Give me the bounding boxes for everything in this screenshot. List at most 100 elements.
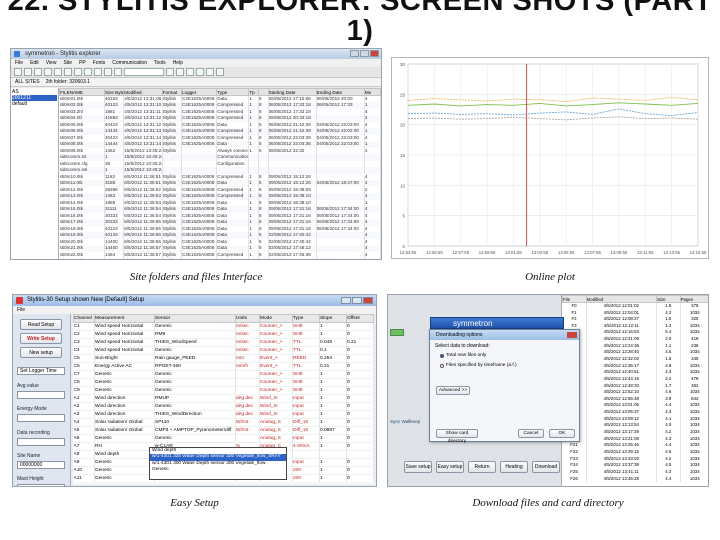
card-file-table-row[interactable]: F0 4/5/2012 12:01:02 1.9 378 — [562, 302, 708, 310]
site-name-field[interactable]: 00000000 — [17, 461, 65, 469]
file-column-header[interactable]: Size Byte — [103, 88, 125, 96]
card-file-table-row[interactable]: F114/5/2012 12:44:192.2478 — [562, 375, 708, 383]
menu-file[interactable]: File — [15, 59, 23, 67]
file-table-row[interactable]: sti0m23.0tk401336/5/2012 11:36:58Styliti… — [59, 258, 381, 259]
file-table-row[interactable]: sti0m07.0tk 40423 4/5/2012 13:31:14 Styliti… — [59, 134, 381, 141]
new-icon[interactable] — [14, 68, 22, 76]
advanced-button[interactable]: Advanced >> — [436, 386, 470, 395]
card-file-table-row[interactable]: F25 4/5/2012 13:41:11 4.3 1034 — [562, 468, 708, 476]
channel-table-row[interactable]: A5 Solar radiation/ Global CMP3 + AMPTOP_P… — [73, 426, 374, 435]
file-table-row[interactable]: sti0m16.0tk 30333 6/5/2012 11:36:54 Styliti… — [59, 212, 381, 219]
card-file-table-row[interactable]: F174/5/2012 13:09:124.11034 — [562, 415, 708, 423]
file-table-row[interactable]: sti0m11.0tk 3188 6/5/2012 11:36:51 Stylitis… — [59, 180, 381, 187]
help-icon[interactable] — [216, 68, 224, 76]
setup-menu-file[interactable]: File — [17, 307, 25, 313]
menu-help[interactable]: Help — [173, 59, 183, 67]
file-column-header[interactable]: Type — [216, 88, 250, 96]
file-column-header[interactable]: Logger — [180, 88, 218, 96]
file-table-row[interactable]: sti0m08.0tk 14444 4/5/2012 13:31:14 Styliti… — [59, 141, 381, 148]
card-file-column-header[interactable]: Size — [656, 295, 681, 303]
delete-icon[interactable] — [74, 68, 82, 76]
card-file-column-header[interactable]: Pages — [679, 295, 708, 303]
channel-table-row[interactable]: A6 Generic Generic Analog_S Input 1 0 — [73, 434, 374, 443]
card-file-table-row[interactable]: F74/5/2012 12:28:404.51034 — [562, 349, 708, 356]
menu-pp[interactable]: PP — [79, 59, 86, 67]
channel-column-header[interactable]: Slope — [319, 314, 347, 323]
radio-selected-icon[interactable] — [440, 353, 444, 358]
menu-fonts[interactable]: Fonts — [93, 59, 106, 67]
show-card-directory-button[interactable]: Show card directory — [436, 429, 478, 444]
open-icon[interactable] — [24, 68, 32, 76]
export-icon[interactable] — [186, 68, 194, 76]
file-table-row[interactable]: sti0m05.0tk 40423 4/5/2012 13:31:12 Styliti… — [59, 121, 381, 128]
file-column-header[interactable]: Tp — [248, 88, 259, 96]
print-icon[interactable] — [196, 68, 204, 76]
menu-communication[interactable]: Communication — [112, 59, 147, 67]
menu-edit[interactable]: Edit — [30, 59, 39, 67]
card-file-column-header[interactable]: File — [562, 295, 587, 303]
channel-table-row[interactable]: C3 Wind speed Horizontal THIES_WindSpeed m/… — [73, 338, 374, 347]
write-setup-button[interactable]: Write Setup — [20, 333, 62, 344]
easy-setup-button[interactable]: Easy setup — [436, 461, 464, 473]
file-table-row[interactable]: sti0m15.0tk 31111 6/5/2012 11:36:54 Styliti… — [59, 206, 381, 213]
sensor-dropdown-option[interactable]: Generic — [150, 467, 286, 473]
channel-table-row[interactable]: A2 Wind direction Generic deg dec Wind_In Inp… — [73, 402, 374, 411]
file-column-header[interactable]: Format — [161, 88, 182, 96]
card-file-table-row[interactable]: F1 4/5/2012 12:04:01 4.2 1034 — [562, 309, 708, 317]
card-file-table-row[interactable]: F2 4/5/2012 12:08:27 1.5 325 — [562, 316, 708, 323]
cut-icon[interactable] — [44, 68, 52, 76]
file-column-header[interactable]: FILENAME — [59, 88, 105, 96]
card-file-table-row[interactable]: F154/5/2012 13:01:054.41034 — [562, 402, 708, 410]
channel-table-row[interactable]: C4 Wind speed Horizontal Generic m/sec Count… — [73, 346, 374, 355]
channel-table-row[interactable]: C1 Wind speed Horizontal Generic m/sec Count… — [73, 322, 374, 331]
menu-tools[interactable]: Tools — [154, 59, 166, 67]
file-table-row[interactable]: sti0m01.0tk 40133 4/5/2012 13:31:08 Styliti… — [59, 95, 381, 102]
save-icon[interactable] — [34, 68, 42, 76]
card-file-column-header[interactable]: Modified — [585, 295, 658, 303]
channel-table-row[interactable]: C8 Generic Generic Counter_> SHE 1 0 — [73, 378, 374, 387]
settings-icon[interactable] — [206, 68, 214, 76]
paste-icon[interactable] — [64, 68, 72, 76]
heating-button[interactable]: Heating — [500, 461, 528, 473]
connect-icon[interactable] — [94, 68, 102, 76]
file-column-header[interactable]: Modified — [123, 88, 163, 96]
card-file-table-row[interactable]: F64/5/2012 12:24:361.1238 — [562, 342, 708, 350]
channel-column-header[interactable]: Mode — [259, 314, 293, 323]
card-file-table-row[interactable]: F22 4/5/2012 13:29:15 4.6 1034 — [562, 448, 708, 456]
channel-table-row[interactable]: A4 Solar radiation/ Global SP110 W/m2 Analog… — [73, 418, 374, 427]
save-setup-button[interactable]: Save setup — [404, 461, 432, 473]
channel-table-row[interactable]: C6 Energy Active AC RPOET-460 mm/h Event_> TT… — [73, 362, 374, 371]
tree-item-default[interactable]: default — [12, 101, 57, 107]
copy-icon[interactable] — [54, 68, 62, 76]
channel-column-header[interactable]: Channel — [73, 314, 95, 323]
dialog-close-icon[interactable] — [567, 332, 577, 338]
cancel-button[interactable]: Cancel — [518, 429, 544, 438]
card-file-table-row[interactable]: F26 4/5/2012 13:45:28 4.4 1034 — [562, 475, 708, 483]
refresh-icon[interactable] — [114, 68, 122, 76]
file-column-header[interactable] — [257, 88, 269, 96]
card-file-table-row[interactable]: F144/5/2012 12:56:483.9842 — [562, 395, 708, 403]
menu-site[interactable]: Site — [63, 59, 72, 67]
radio-timeframe[interactable]: Files specified by timeframe (a.f.) — [440, 363, 517, 368]
channel-column-header[interactable]: Measurement — [94, 314, 155, 323]
card-file-table-row[interactable]: F124/5/2012 12:48:331.7362 — [562, 382, 708, 390]
channel-column-header[interactable]: Units — [235, 314, 260, 323]
return-button[interactable]: Return — [468, 461, 496, 473]
channel-table-row[interactable]: C5 Sun-Bright Rain gauge_PEED mm Event_> REED… — [73, 354, 374, 363]
energy-mode-select[interactable] — [17, 414, 65, 422]
maximize-icon[interactable] — [360, 50, 369, 57]
plot-icon[interactable] — [166, 68, 174, 76]
channel-table-row[interactable]: A1 Wind direction RMUP deg dec Wind_In Input 1… — [73, 394, 374, 403]
file-table-row[interactable]: sti0m18.0tk 40123 6/5/2012 11:36:55 Styliti… — [59, 225, 381, 232]
file-table-row[interactable]: sti0m02.0tk 40123 4/5/2012 13:31:10 Styliti… — [59, 102, 381, 109]
close-icon[interactable] — [370, 50, 379, 57]
avg-value-select[interactable] — [17, 391, 65, 399]
card-file-table-row[interactable]: F104/5/2012 12:40:514.31034 — [562, 369, 708, 376]
channel-table-row[interactable]: C9 Generic Generic Counter_> SHE 1 0 — [73, 386, 374, 395]
file-column-header[interactable]: Ending Date — [315, 88, 365, 96]
card-file-table-row[interactable]: F194/5/2012 13:17:294.21034 — [562, 428, 708, 436]
file-column-header[interactable]: Mx — [363, 88, 381, 96]
card-file-table-row[interactable]: F54/5/2012 12:21:092.0418 — [562, 335, 708, 343]
file-table-row[interactable]: sti0m06.0tk 14444 4/5/2012 13:31:13 Styliti… — [59, 128, 381, 135]
card-file-table-row[interactable]: F164/5/2012 13:05:374.31034 — [562, 409, 708, 416]
